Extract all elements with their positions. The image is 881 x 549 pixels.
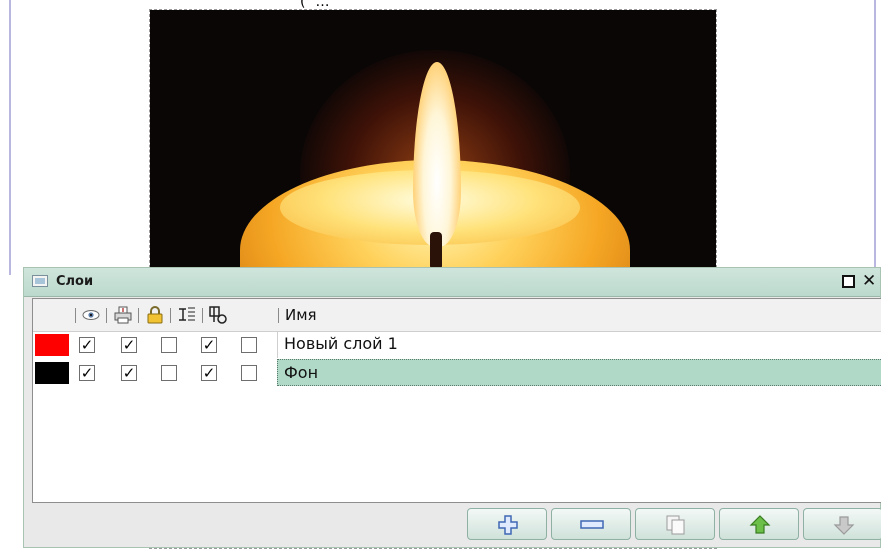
- header-separator: [138, 308, 139, 323]
- layer-outline-checkbox[interactable]: [241, 337, 257, 353]
- layers-list-header: Имя: [33, 299, 881, 332]
- arrow-down-icon: [833, 516, 855, 535]
- header-separator: [278, 308, 279, 323]
- duplicate-layer-button[interactable]: [635, 508, 715, 540]
- add-layer-button[interactable]: [467, 508, 547, 540]
- minus-icon: [580, 520, 604, 529]
- layer-printable-checkbox[interactable]: ✓: [121, 365, 137, 381]
- header-separator: [170, 308, 171, 323]
- layer-row-selected[interactable]: ✓ ✓ ✓ Фон: [33, 359, 881, 387]
- remove-layer-button[interactable]: [551, 508, 631, 540]
- layers-panel: Слои ✕ Имя ✓ ✓ ✓ Новый слой 1 ✓ ✓ ✓ Фон: [23, 267, 881, 548]
- printer-icon: [114, 306, 132, 324]
- clipped-text: (…): [300, 0, 340, 10]
- layer-locked-checkbox[interactable]: [161, 337, 177, 353]
- layer-color-swatch[interactable]: [35, 334, 69, 356]
- float-panel-button[interactable]: [842, 275, 855, 288]
- layer-flatten-icon: [179, 307, 195, 321]
- layers-list[interactable]: Имя ✓ ✓ ✓ Новый слой 1 ✓ ✓ ✓ Фон: [32, 298, 881, 503]
- arrow-up-icon: [749, 515, 771, 534]
- close-icon[interactable]: ✕: [862, 271, 876, 291]
- panel-window-icon: [32, 275, 48, 287]
- lock-icon: [147, 306, 163, 324]
- header-separator: [75, 308, 76, 323]
- layers-panel-titlebar[interactable]: Слои ✕: [24, 268, 880, 297]
- layer-printable-checkbox[interactable]: ✓: [121, 337, 137, 353]
- page-margin-left: [9, 0, 11, 275]
- header-separator: [106, 308, 107, 323]
- eye-icon: [82, 310, 100, 320]
- lower-layer-button[interactable]: [803, 508, 881, 540]
- layer-name[interactable]: Новый слой 1: [277, 331, 881, 358]
- page-margin-right: [874, 0, 876, 275]
- plus-icon: [498, 515, 518, 535]
- layer-flatten-checkbox[interactable]: ✓: [201, 365, 217, 381]
- layer-visible-checkbox[interactable]: ✓: [79, 365, 95, 381]
- layer-name[interactable]: Фон: [277, 359, 881, 386]
- layer-visible-checkbox[interactable]: ✓: [79, 337, 95, 353]
- raise-layer-button[interactable]: [719, 508, 799, 540]
- duplicate-icon: [666, 515, 685, 535]
- name-column-header[interactable]: Имя: [285, 306, 317, 324]
- layers-toolbar: [24, 504, 881, 548]
- layer-locked-checkbox[interactable]: [161, 365, 177, 381]
- layer-color-swatch[interactable]: [35, 362, 69, 384]
- outline-icon: [209, 306, 227, 324]
- layer-flatten-checkbox[interactable]: ✓: [201, 337, 217, 353]
- layer-outline-checkbox[interactable]: [241, 365, 257, 381]
- layer-row[interactable]: ✓ ✓ ✓ Новый слой 1: [33, 331, 881, 359]
- header-separator: [202, 308, 203, 323]
- candle-wick: [430, 232, 442, 270]
- layers-panel-title: Слои: [56, 274, 94, 289]
